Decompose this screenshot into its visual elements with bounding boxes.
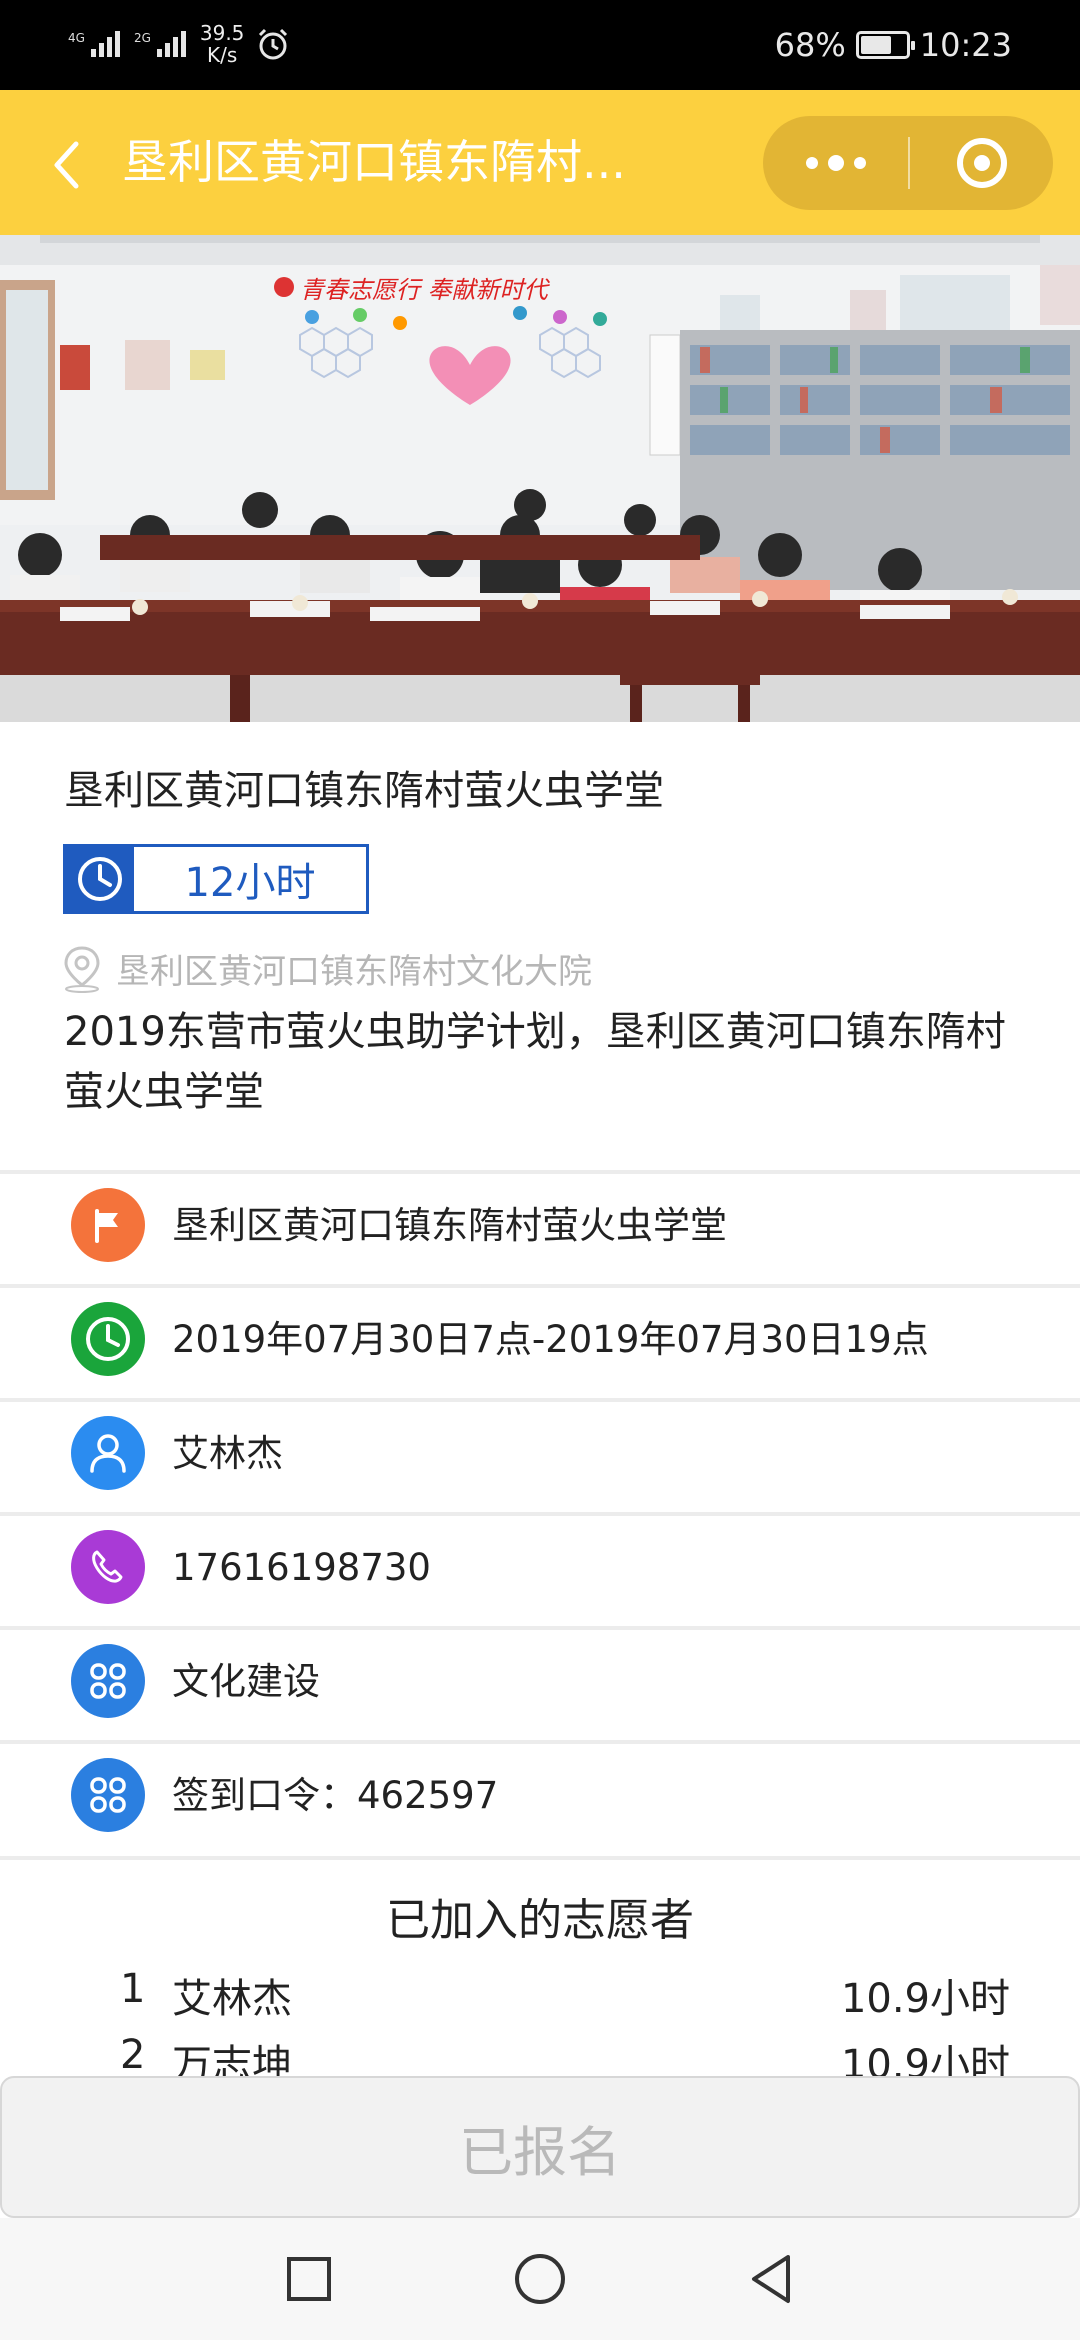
back-nav-button[interactable] [738, 2246, 804, 2312]
time-range-text: 2019年07月30日7点-2019年07月30日19点 [172, 1318, 929, 1361]
activity-info: 垦利区黄河口镇东隋村萤火虫学堂 12小时 垦利区黄河口镇东隋村文化大院 2019… [0, 722, 1080, 1170]
volunteers-section: 已加入的志愿者 1 艾林杰 10.9小时 2 万志坤 10.9小时 [0, 1856, 1080, 2088]
miniprogram-capsule [763, 116, 1053, 210]
speed-unit: K/s [207, 43, 238, 67]
flag-icon [71, 1188, 145, 1262]
detail-row-phone[interactable]: 17616198730 [0, 1512, 1080, 1626]
detail-row-time: 2019年07月30日7点-2019年07月30日19点 [0, 1284, 1080, 1398]
activity-banner-image: 青春志愿行 奉献新时代 [0, 235, 1080, 722]
person-icon [71, 1416, 145, 1490]
battery-icon [855, 31, 915, 59]
classroom-photo: 青春志愿行 奉献新时代 [0, 235, 1080, 722]
network-speed: 39.5 K/s [200, 22, 245, 66]
clock-time: 10:23 [919, 26, 1012, 64]
hours-value: 12小时 [184, 860, 316, 906]
chevron-left-icon [54, 141, 79, 189]
phone-number-text: 17616198730 [172, 1546, 431, 1589]
volunteer-row: 1 艾林杰 10.9小时 [120, 1966, 1010, 2032]
signal-icon-1: 4G [68, 31, 120, 57]
clock-icon [78, 857, 122, 901]
address-text: 垦利区黄河口镇东隋村文化大院 [116, 952, 592, 992]
battery-percent: 68% [774, 26, 846, 64]
volunteer-rank: 1 [120, 1966, 146, 2012]
circle-icon [515, 2254, 565, 2304]
banner-slogan: 青春志愿行 奉献新时代 [300, 276, 551, 304]
organizer-text: 垦利区黄河口镇东隋村萤火虫学堂 [172, 1204, 727, 1247]
activity-description: 2019东营市萤火虫助学计划，垦利区黄河口镇东隋村萤火虫学堂 [64, 1009, 1006, 1115]
nav-header: 垦利区黄河口镇东隋村... [0, 90, 1080, 235]
detail-row-contact: 艾林杰 [0, 1398, 1080, 1512]
hours-icon-box [66, 847, 134, 911]
detail-row-checkin-code: 签到口令：462597 [0, 1740, 1080, 1854]
category-icon [71, 1758, 145, 1832]
category-text: 文化建设 [172, 1660, 320, 1703]
detail-list: 垦利区黄河口镇东隋村萤火虫学堂 2019年07月30日7点-2019年07月30… [0, 1170, 1080, 1854]
triangle-back-icon [752, 2255, 790, 2303]
detail-row-category: 文化建设 [0, 1626, 1080, 1740]
clock-icon [71, 1302, 145, 1376]
close-miniprogram-button[interactable] [910, 116, 1053, 210]
phone-icon [71, 1530, 145, 1604]
square-icon [287, 2257, 331, 2301]
category-icon [71, 1644, 145, 1718]
page-title: 垦利区黄河口镇东隋村... [122, 135, 626, 189]
volunteers-title: 已加入的志愿者 [386, 1895, 694, 1946]
target-icon [956, 138, 1007, 188]
system-navigation-bar [0, 2218, 1080, 2340]
status-right: 68% 10:23 [775, 20, 1012, 70]
status-bar: 4G 2G 39.5 K/s 68% 10:23 [0, 0, 1080, 90]
checkin-code-text: 签到口令：462597 [172, 1774, 499, 1817]
location-pin-icon [64, 945, 100, 993]
back-button[interactable] [36, 130, 96, 200]
alarm-icon [259, 28, 288, 60]
address-row: 垦利区黄河口镇东隋村文化大院 [62, 944, 592, 993]
speed-value: 39.5 [199, 21, 245, 45]
activity-title: 垦利区黄河口镇东隋村萤火虫学堂 [64, 768, 664, 814]
network-type-1: 4G [68, 31, 85, 45]
hours-badge: 12小时 [63, 844, 369, 914]
home-button[interactable] [507, 2246, 573, 2312]
network-type-2: 2G [133, 31, 151, 45]
volunteer-name: 艾林杰 [172, 1976, 292, 2022]
recent-apps-button[interactable] [276, 2246, 342, 2312]
status-left: 4G 2G 39.5 K/s [68, 14, 290, 74]
signed-up-button[interactable]: 已报名 [0, 2076, 1080, 2218]
volunteer-hours: 10.9小时 [840, 1976, 1010, 2022]
detail-row-organizer: 垦利区黄河口镇东隋村萤火虫学堂 [0, 1170, 1080, 1284]
signal-icon-2: 2G [134, 31, 186, 57]
contact-name-text: 艾林杰 [172, 1432, 283, 1475]
more-button[interactable] [763, 116, 908, 210]
